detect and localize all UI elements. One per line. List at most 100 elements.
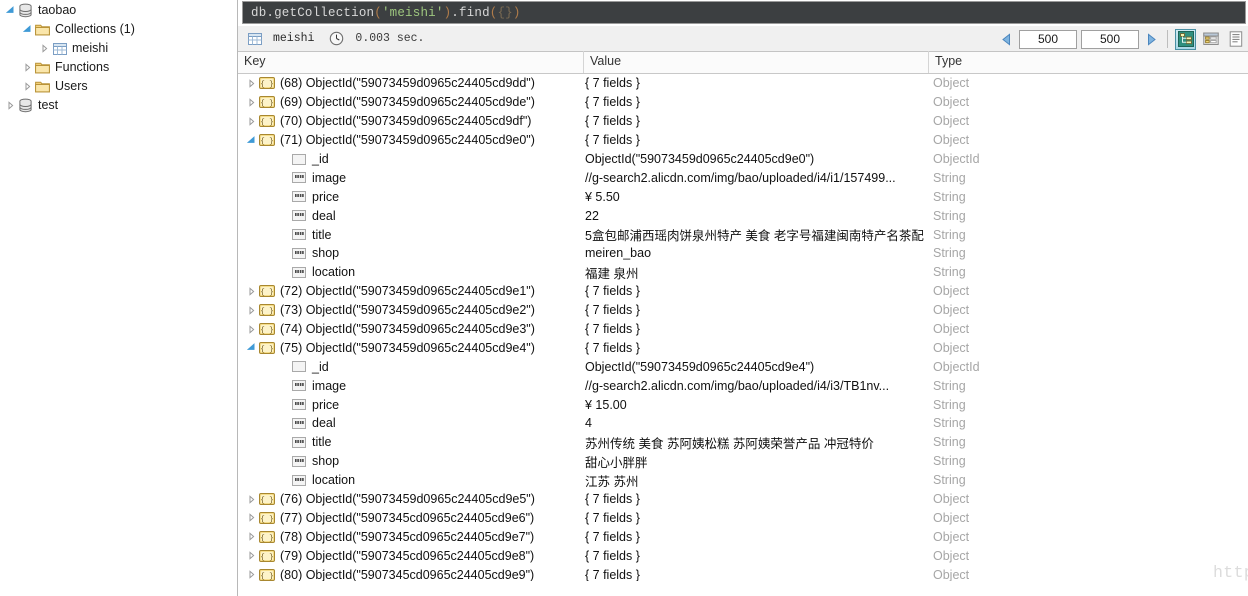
- sidebar-item-collections-1[interactable]: Collections (1): [0, 20, 237, 39]
- query-token: (: [374, 5, 382, 20]
- table-icon: [246, 32, 263, 45]
- row-key: (70) ObjectId("59073459d0965c24405cd9df"…: [280, 114, 532, 129]
- row-type: Object: [933, 114, 970, 129]
- expand-twisty-icon[interactable]: [244, 532, 258, 542]
- row-key: _id: [312, 359, 329, 374]
- folder-icon: [34, 23, 51, 36]
- previous-page-button[interactable]: [998, 31, 1015, 48]
- field-row[interactable]: price ¥ 5.50 String: [238, 187, 1248, 206]
- string-icon: [290, 229, 308, 241]
- document-row[interactable]: { } (74) ObjectId("59073459d0965c24405cd…: [238, 320, 1248, 339]
- field-row[interactable]: deal 22 String: [238, 206, 1248, 225]
- field-row[interactable]: deal 4 String: [238, 414, 1248, 433]
- row-key: _id: [312, 152, 329, 166]
- document-row[interactable]: { } (79) ObjectId("5907345cd0965c24405cd…: [238, 546, 1248, 565]
- field-row[interactable]: image //g-search2.alicdn.com/img/bao/uplo…: [238, 376, 1248, 395]
- row-key: location: [312, 265, 356, 280]
- limit-input[interactable]: [1081, 29, 1139, 49]
- svg-text:{ }: { }: [260, 327, 274, 335]
- string-icon: [290, 380, 308, 392]
- folder-icon: [34, 61, 51, 74]
- document-icon: { }: [258, 511, 276, 524]
- row-type: String: [933, 378, 966, 393]
- field-row[interactable]: title 苏州传统 美食 苏阿姨松糕 苏阿姨荣誉产品 冲冠特价 String: [238, 433, 1248, 452]
- expand-twisty-icon[interactable]: [244, 79, 258, 88]
- table-view-button[interactable]: [1200, 29, 1221, 50]
- expand-twisty-icon[interactable]: [244, 98, 258, 107]
- expand-twisty-icon[interactable]: [21, 82, 34, 91]
- field-row[interactable]: location 江苏 苏州 String: [238, 471, 1248, 490]
- row-value: 4: [585, 416, 592, 431]
- sidebar-item-users[interactable]: Users: [0, 77, 237, 96]
- document-row[interactable]: { } (70) ObjectId("59073459d0965c24405cd…: [238, 112, 1248, 131]
- row-type: String: [933, 208, 966, 223]
- document-row[interactable]: { } (68) ObjectId("59073459d0965c24405cd…: [238, 74, 1248, 93]
- string-icon: [290, 191, 308, 203]
- document-row[interactable]: { } (71) ObjectId("59073459d0965c24405cd…: [238, 131, 1248, 150]
- sidebar-item-meishi[interactable]: meishi: [0, 39, 237, 58]
- document-row[interactable]: { } (76) ObjectId("59073459d0965c24405cd…: [238, 490, 1248, 509]
- svg-text:{ }: { }: [260, 289, 274, 297]
- expand-twisty-icon[interactable]: [244, 551, 258, 560]
- collapse-twisty-icon[interactable]: [244, 135, 258, 145]
- svg-text:{ }: { }: [260, 81, 274, 89]
- field-row[interactable]: _id ObjectId("59073459d0965c24405cd9e0") O…: [238, 150, 1248, 169]
- field-row[interactable]: price ¥ 15.00 String: [238, 395, 1248, 414]
- column-header-key[interactable]: Key: [238, 51, 583, 73]
- expand-twisty-icon[interactable]: [38, 44, 51, 53]
- query-token: ): [512, 5, 521, 20]
- mongo-client-window: taobao Collections (1) meishi Functions …: [0, 0, 1248, 596]
- column-header-type[interactable]: Type: [928, 51, 1248, 73]
- row-value: { 7 fields }: [585, 76, 640, 91]
- skip-input[interactable]: [1019, 29, 1077, 49]
- document-row[interactable]: { } (78) ObjectId("5907345cd0965c24405cd…: [238, 527, 1248, 546]
- column-header-value[interactable]: Value: [583, 51, 928, 73]
- document-row[interactable]: { } (72) ObjectId("59073459d0965c24405cd…: [238, 282, 1248, 301]
- expand-twisty-icon[interactable]: [244, 324, 258, 334]
- expand-twisty-icon[interactable]: [244, 570, 258, 579]
- sidebar-item-test[interactable]: test: [0, 96, 237, 115]
- field-row[interactable]: shop meiren_bao String: [238, 244, 1248, 263]
- row-key: image: [312, 170, 347, 185]
- row-key: (72) ObjectId("59073459d0965c24405cd9e1"…: [280, 284, 535, 299]
- document-row[interactable]: { } (73) ObjectId("59073459d0965c24405cd…: [238, 301, 1248, 320]
- collapse-twisty-icon[interactable]: [21, 25, 34, 34]
- document-row[interactable]: { } (77) ObjectId("5907345cd0965c24405cd…: [238, 508, 1248, 527]
- expand-twisty-icon[interactable]: [244, 494, 258, 504]
- svg-text:{ }: { }: [260, 554, 274, 562]
- text-view-button[interactable]: [1225, 29, 1246, 50]
- row-key: (76) ObjectId("59073459d0965c24405cd9e5"…: [280, 492, 535, 507]
- tree-view-button[interactable]: [1175, 28, 1196, 50]
- query-editor[interactable]: db.getCollection('meishi') .find({}): [242, 1, 1246, 24]
- expand-twisty-icon[interactable]: [244, 305, 258, 315]
- query-token: ): [443, 5, 452, 20]
- database-icon: [17, 3, 34, 18]
- field-row[interactable]: shop 甜心小胖胖 String: [238, 452, 1248, 471]
- string-icon: [290, 172, 308, 184]
- document-row[interactable]: { } (75) ObjectId("59073459d0965c24405cd…: [238, 338, 1248, 357]
- string-icon: [290, 474, 308, 486]
- row-value: { 7 fields }: [585, 95, 640, 110]
- svg-text:{ }: { }: [260, 138, 274, 146]
- sidebar-item-functions[interactable]: Functions: [0, 58, 237, 77]
- expand-twisty-icon[interactable]: [244, 117, 258, 126]
- expand-twisty-icon[interactable]: [4, 101, 17, 110]
- field-row[interactable]: image //g-search2.alicdn.com/img/bao/uplo…: [238, 168, 1248, 187]
- expand-twisty-icon[interactable]: [244, 287, 258, 296]
- database-icon: [17, 98, 34, 113]
- query-token: db.getCollection: [251, 5, 375, 20]
- sidebar-item-taobao[interactable]: taobao: [0, 1, 237, 20]
- row-value: 5盒包邮浦西瑶肉饼泉州特产 美食 老字号福建闽南特产名茶配: [585, 229, 924, 244]
- field-row[interactable]: location 福建 泉州 String: [238, 263, 1248, 282]
- document-row[interactable]: { } (69) ObjectId("59073459d0965c24405cd…: [238, 93, 1248, 112]
- collapse-twisty-icon[interactable]: [4, 6, 17, 15]
- svg-text:{ }: { }: [260, 119, 274, 127]
- field-row[interactable]: _id ObjectId("59073459d0965c24405cd9e4") O…: [238, 357, 1248, 376]
- expand-twisty-icon[interactable]: [21, 63, 34, 72]
- field-row[interactable]: title 5盒包邮浦西瑶肉饼泉州特产 美食 老字号福建闽南特产名茶配 String: [238, 225, 1248, 244]
- expand-twisty-icon[interactable]: [244, 513, 258, 523]
- row-value: ObjectId("59073459d0965c24405cd9e4"): [585, 359, 815, 374]
- collapse-twisty-icon[interactable]: [244, 343, 258, 352]
- document-row[interactable]: { } (80) ObjectId("5907345cd0965c24405cd…: [238, 565, 1248, 581]
- next-page-button[interactable]: [1143, 31, 1160, 48]
